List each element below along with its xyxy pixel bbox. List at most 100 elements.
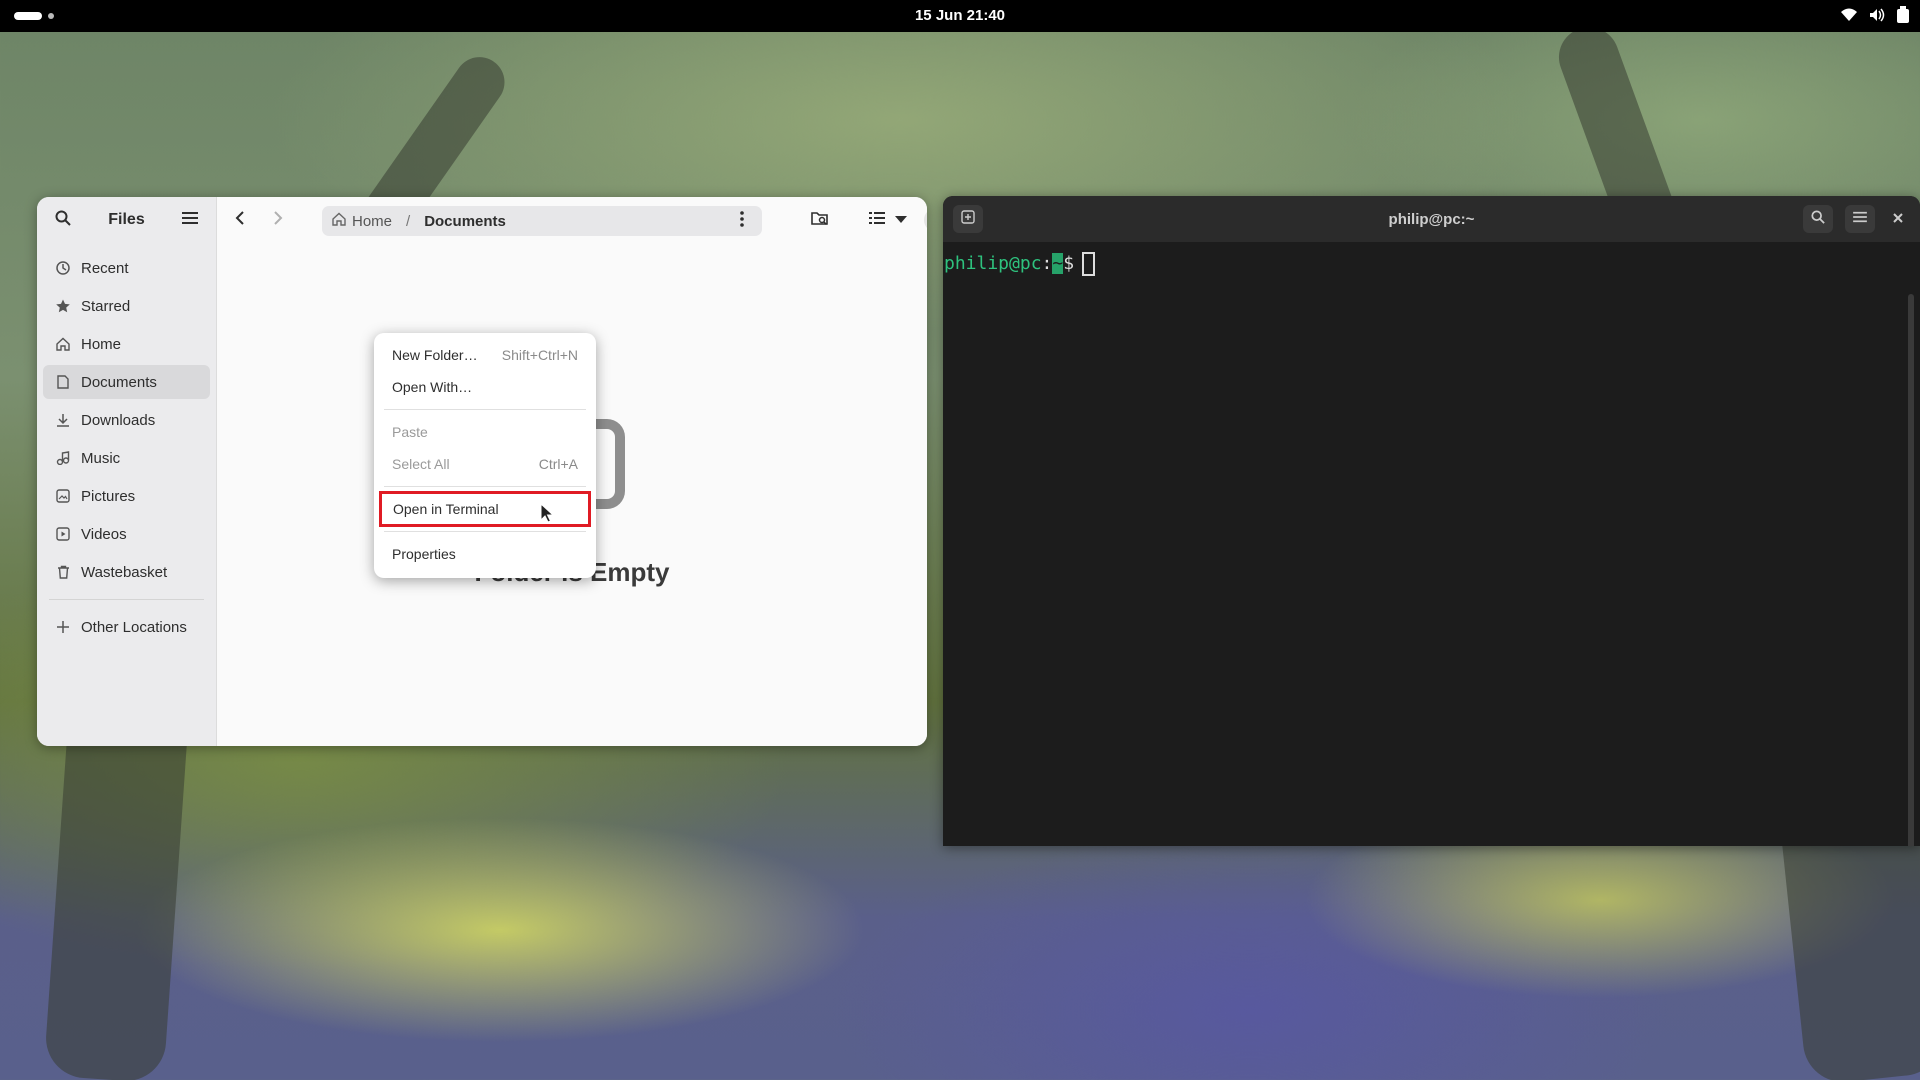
- volume-icon: [1868, 7, 1886, 23]
- sidebar-item-label: Other Locations: [81, 618, 187, 636]
- main-menu-button[interactable]: [176, 206, 204, 234]
- search-icon: [1811, 209, 1825, 229]
- workspace-indicator-active: [14, 12, 42, 20]
- music-icon: [55, 450, 71, 466]
- search-icon: [55, 210, 71, 231]
- menu-item-label: Open in Terminal: [393, 501, 499, 517]
- hamburger-icon: [182, 211, 198, 230]
- sidebar-item-home[interactable]: Home: [43, 327, 210, 361]
- kebab-menu-icon: [740, 211, 744, 231]
- prompt-user-host: philip@pc: [944, 253, 1042, 274]
- path-bar[interactable]: Home / Documents: [322, 206, 762, 236]
- terminal-menu-button[interactable]: [1845, 205, 1875, 233]
- chevron-down-icon: [895, 211, 907, 229]
- sidebar-item-label: Recent: [81, 259, 129, 277]
- files-app-title: Files: [108, 211, 145, 228]
- mouse-pointer-icon: [540, 502, 555, 528]
- terminal-scrollbar[interactable]: [1908, 294, 1914, 846]
- terminal-titlebar[interactable]: philip@pc:~: [943, 196, 1920, 242]
- menu-separator: [384, 531, 586, 532]
- home-icon: [55, 336, 71, 352]
- menu-item-label: Paste: [392, 424, 428, 440]
- terminal-window: philip@pc:~ philip@pc:~$: [943, 196, 1920, 846]
- sidebar-item-label: Documents: [81, 373, 157, 391]
- sidebar-item-downloads[interactable]: Downloads: [43, 403, 210, 437]
- battery-icon: [1896, 6, 1910, 24]
- menu-item-shortcut: Ctrl+A: [538, 456, 578, 472]
- picture-icon: [55, 488, 71, 504]
- new-tab-button[interactable]: [953, 205, 983, 233]
- chevron-right-icon: [273, 210, 283, 230]
- menu-item-label: Properties: [392, 546, 456, 562]
- breadcrumb-home-label: Home: [352, 212, 393, 230]
- context-menu: New Folder… Shift+Ctrl+N Open With… Past…: [374, 333, 596, 578]
- view-list-button[interactable]: [863, 206, 891, 234]
- menu-item-label: Open With…: [392, 379, 473, 395]
- files-toolbar: Home / Documents: [217, 197, 927, 243]
- menu-item-select-all: Select All Ctrl+A: [380, 448, 590, 480]
- shell-prompt: philip@pc:~$: [944, 252, 1096, 276]
- activities-button[interactable]: [14, 12, 54, 20]
- hamburger-icon: [1853, 210, 1867, 228]
- sidebar-item-label: Videos: [81, 525, 127, 543]
- menu-item-paste: Paste: [380, 416, 590, 448]
- menu-separator: [384, 486, 586, 487]
- forward-button[interactable]: [264, 206, 292, 234]
- list-view-icon: [869, 211, 885, 230]
- terminal-cursor: [1082, 252, 1096, 276]
- breadcrumb-separator: /: [406, 212, 411, 230]
- sidebar-item-pictures[interactable]: Pictures: [43, 479, 210, 513]
- trash-icon: [55, 564, 71, 580]
- search-folder-button[interactable]: [806, 206, 834, 234]
- star-icon: [55, 298, 71, 314]
- view-options-button[interactable]: [891, 206, 911, 234]
- menu-item-open-in-terminal[interactable]: Open in Terminal: [379, 491, 591, 527]
- menu-item-shortcut: Shift+Ctrl+N: [501, 347, 578, 363]
- video-icon: [55, 526, 71, 542]
- breadcrumb-current[interactable]: Documents: [424, 213, 506, 230]
- sidebar-separator: [49, 599, 204, 600]
- sidebar-item-recent[interactable]: Recent: [43, 251, 210, 285]
- sidebar-item-starred[interactable]: Starred: [43, 289, 210, 323]
- sidebar-item-label: Music: [81, 449, 121, 467]
- sidebar-item-documents[interactable]: Documents: [43, 365, 210, 399]
- prompt-colon: :: [1041, 253, 1053, 274]
- sidebar-item-label: Home: [81, 335, 122, 353]
- system-tray[interactable]: [1840, 6, 1910, 24]
- sidebar-item-videos[interactable]: Videos: [43, 517, 210, 551]
- document-icon: [55, 374, 71, 390]
- terminal-close-button[interactable]: [1883, 205, 1913, 233]
- prompt-symbol: $: [1063, 253, 1075, 274]
- sidebar-item-wastebasket[interactable]: Wastebasket: [43, 555, 210, 589]
- download-icon: [55, 412, 71, 428]
- menu-separator: [384, 409, 586, 410]
- breadcrumb-home[interactable]: Home: [332, 212, 392, 230]
- sidebar-item-label: Downloads: [81, 411, 156, 429]
- terminal-title: philip@pc:~: [1388, 210, 1475, 228]
- close-icon: [1893, 210, 1903, 228]
- menu-item-properties[interactable]: Properties: [380, 538, 590, 570]
- menu-item-open-with[interactable]: Open With…: [380, 371, 590, 403]
- search-button[interactable]: [49, 206, 77, 234]
- sidebar-item-label: Starred: [81, 297, 131, 315]
- files-sidebar: Files Recent Starred Home Documents Down…: [37, 197, 217, 746]
- back-button[interactable]: [226, 206, 254, 234]
- wifi-icon: [1840, 7, 1858, 23]
- terminal-output[interactable]: philip@pc:~$: [943, 242, 1920, 846]
- workspace-indicator: [48, 13, 54, 19]
- menu-item-new-folder[interactable]: New Folder… Shift+Ctrl+N: [380, 339, 590, 371]
- sidebar-item-other-locations[interactable]: Other Locations: [43, 610, 210, 644]
- plus-icon: [55, 619, 71, 635]
- home-icon: [332, 212, 346, 230]
- folder-menu-button[interactable]: [728, 207, 756, 235]
- terminal-search-button[interactable]: [1803, 205, 1833, 233]
- close-window-button[interactable]: [924, 208, 927, 232]
- clock[interactable]: 15 Jun 21:40: [915, 7, 1005, 24]
- menu-item-label: Select All: [392, 456, 450, 472]
- sidebar-item-label: Pictures: [81, 487, 136, 505]
- sidebar-item-music[interactable]: Music: [43, 441, 210, 475]
- folder-search-icon: [811, 210, 829, 231]
- menu-item-label: New Folder…: [392, 347, 478, 363]
- top-bar: 15 Jun 21:40: [0, 0, 1920, 32]
- sidebar-item-label: Wastebasket: [81, 563, 168, 581]
